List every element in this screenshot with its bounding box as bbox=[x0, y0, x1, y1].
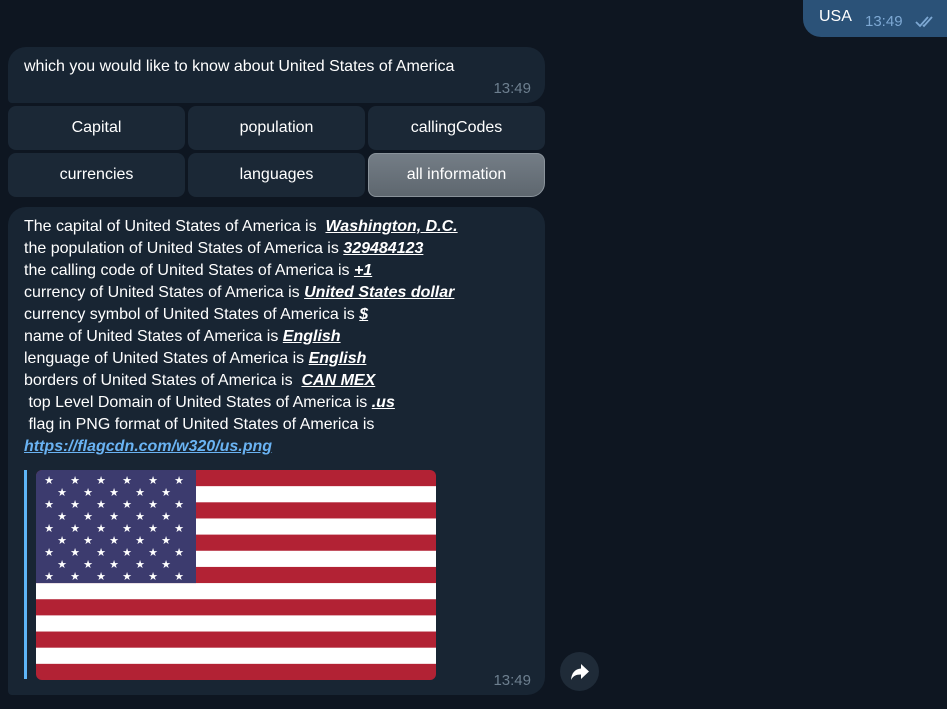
flag-star: ★ bbox=[148, 522, 158, 535]
link-preview-bar bbox=[24, 470, 27, 679]
info-line-calling-code: the calling code of United States of Ame… bbox=[24, 262, 373, 279]
bot-prompt-message: which you would like to know about Unite… bbox=[8, 47, 545, 103]
population-button[interactable]: population bbox=[188, 106, 365, 150]
info-line-currency-symbol: currency symbol of United States of Amer… bbox=[24, 306, 369, 323]
borders-value: CAN MEX bbox=[301, 372, 376, 389]
flag-star: ★ bbox=[161, 510, 171, 523]
calling-code-value: +1 bbox=[353, 262, 373, 279]
prompt-text: which you would like to know about Unite… bbox=[24, 58, 455, 75]
flag-star: ★ bbox=[161, 558, 171, 571]
calling-codes-button[interactable]: callingCodes bbox=[368, 106, 545, 150]
flag-star: ★ bbox=[70, 522, 80, 535]
flag-star: ★ bbox=[174, 546, 184, 559]
currency-value: United States dollar bbox=[304, 284, 455, 301]
info-line-currency: currency of United States of America is … bbox=[24, 284, 455, 301]
flag-star: ★ bbox=[44, 522, 54, 535]
flag-star: ★ bbox=[135, 534, 145, 547]
flag-star: ★ bbox=[135, 486, 145, 499]
flag-star: ★ bbox=[70, 474, 80, 487]
flag-star: ★ bbox=[96, 546, 106, 559]
language-value: English bbox=[308, 350, 367, 367]
info-line-flag: flag in PNG format of United States of A… bbox=[24, 416, 375, 433]
flag-star: ★ bbox=[122, 498, 132, 511]
flag-star: ★ bbox=[109, 510, 119, 523]
info-line-name: name of United States of America is Engl… bbox=[24, 328, 341, 345]
tld-value: .us bbox=[371, 394, 395, 411]
flag-star: ★ bbox=[83, 534, 93, 547]
flag-star: ★ bbox=[174, 474, 184, 487]
us-flag: ★ ★ ★ ★ ★ ★★ ★ ★ ★ ★★ ★ ★ ★ ★ ★★ ★ ★ ★ ★★ ★ ★ ★ ★ ★★ ★ ★ ★ ★★ ★ ★ ★ ★ ★★… bbox=[36, 470, 436, 680]
flag-star: ★ bbox=[174, 522, 184, 535]
capital-button[interactable]: Capital bbox=[8, 106, 185, 150]
flag-star: ★ bbox=[122, 522, 132, 535]
flag-star: ★ bbox=[109, 558, 119, 571]
flag-star: ★ bbox=[96, 522, 106, 535]
currencies-button[interactable]: currencies bbox=[8, 153, 185, 197]
flag-star: ★ bbox=[83, 510, 93, 523]
capital-value: Washington, D.C. bbox=[325, 218, 458, 235]
flag-star: ★ bbox=[161, 486, 171, 499]
flag-star: ★ bbox=[70, 498, 80, 511]
language-name-value: English bbox=[282, 328, 341, 345]
flag-star: ★ bbox=[96, 474, 106, 487]
flag-image[interactable]: ★ ★ ★ ★ ★ ★ ★ ★ ★ ★ ★ ★ ★ ★ ★ ★ ★ ★ ★ ★ ★ ★ ★ ★ ★ ★ ★ ★ ★ ★ ★ ★ ★ ★ ★ ★ ★ ★ ★ ★… bbox=[36, 470, 436, 680]
info-text: The capital of United States of America … bbox=[24, 216, 458, 458]
flag-star: ★ bbox=[109, 486, 119, 499]
flag-star: ★ bbox=[57, 558, 67, 571]
info-line-borders: borders of United States of America is C… bbox=[24, 372, 376, 389]
flag-star: ★ bbox=[70, 570, 80, 583]
outgoing-message-text: USA bbox=[819, 8, 852, 25]
flag-star: ★ bbox=[57, 534, 67, 547]
info-line-population: the population of United States of Ameri… bbox=[24, 240, 424, 257]
flag-star: ★ bbox=[57, 486, 67, 499]
info-message: The capital of United States of America … bbox=[8, 207, 545, 695]
flag-star: ★ bbox=[122, 570, 132, 583]
share-arrow-icon bbox=[570, 663, 589, 680]
outgoing-message: USA 13:49 bbox=[803, 0, 947, 37]
prompt-time: 13:49 bbox=[493, 80, 531, 97]
double-check-icon bbox=[915, 16, 933, 28]
flag-star: ★ bbox=[83, 558, 93, 571]
flag-star: ★ bbox=[148, 474, 158, 487]
flag-star: ★ bbox=[122, 546, 132, 559]
flag-star: ★ bbox=[135, 510, 145, 523]
flag-star: ★ bbox=[44, 498, 54, 511]
info-line-language: lenguage of United States of America is … bbox=[24, 350, 367, 367]
flag-star: ★ bbox=[96, 570, 106, 583]
outgoing-message-time: 13:49 bbox=[865, 13, 903, 30]
flag-star: ★ bbox=[109, 534, 119, 547]
forward-button[interactable] bbox=[560, 652, 599, 691]
population-value: 329484123 bbox=[343, 240, 424, 257]
info-line-tld: top Level Domain of United States of Ame… bbox=[24, 394, 395, 411]
info-line-link: https://flagcdn.com/w320/us.png bbox=[24, 436, 458, 458]
flag-star: ★ bbox=[148, 498, 158, 511]
flag-star: ★ bbox=[135, 558, 145, 571]
flag-star: ★ bbox=[148, 570, 158, 583]
flag-link[interactable]: https://flagcdn.com/w320/us.png bbox=[24, 438, 272, 455]
flag-star: ★ bbox=[44, 570, 54, 583]
info-line-capital: The capital of United States of America … bbox=[24, 218, 458, 235]
flag-star: ★ bbox=[96, 498, 106, 511]
flag-star: ★ bbox=[70, 546, 80, 559]
flag-star: ★ bbox=[174, 570, 184, 583]
flag-star: ★ bbox=[57, 510, 67, 523]
flag-star: ★ bbox=[148, 546, 158, 559]
info-time: 13:49 bbox=[493, 672, 531, 689]
languages-button[interactable]: languages bbox=[188, 153, 365, 197]
flag-star: ★ bbox=[44, 546, 54, 559]
flag-star: ★ bbox=[161, 534, 171, 547]
flag-star: ★ bbox=[44, 474, 54, 487]
flag-star: ★ bbox=[122, 474, 132, 487]
flag-star: ★ bbox=[174, 498, 184, 511]
flag-star: ★ bbox=[83, 486, 93, 499]
currency-symbol-value: $ bbox=[359, 306, 369, 323]
all-information-button[interactable]: all information bbox=[368, 153, 545, 197]
